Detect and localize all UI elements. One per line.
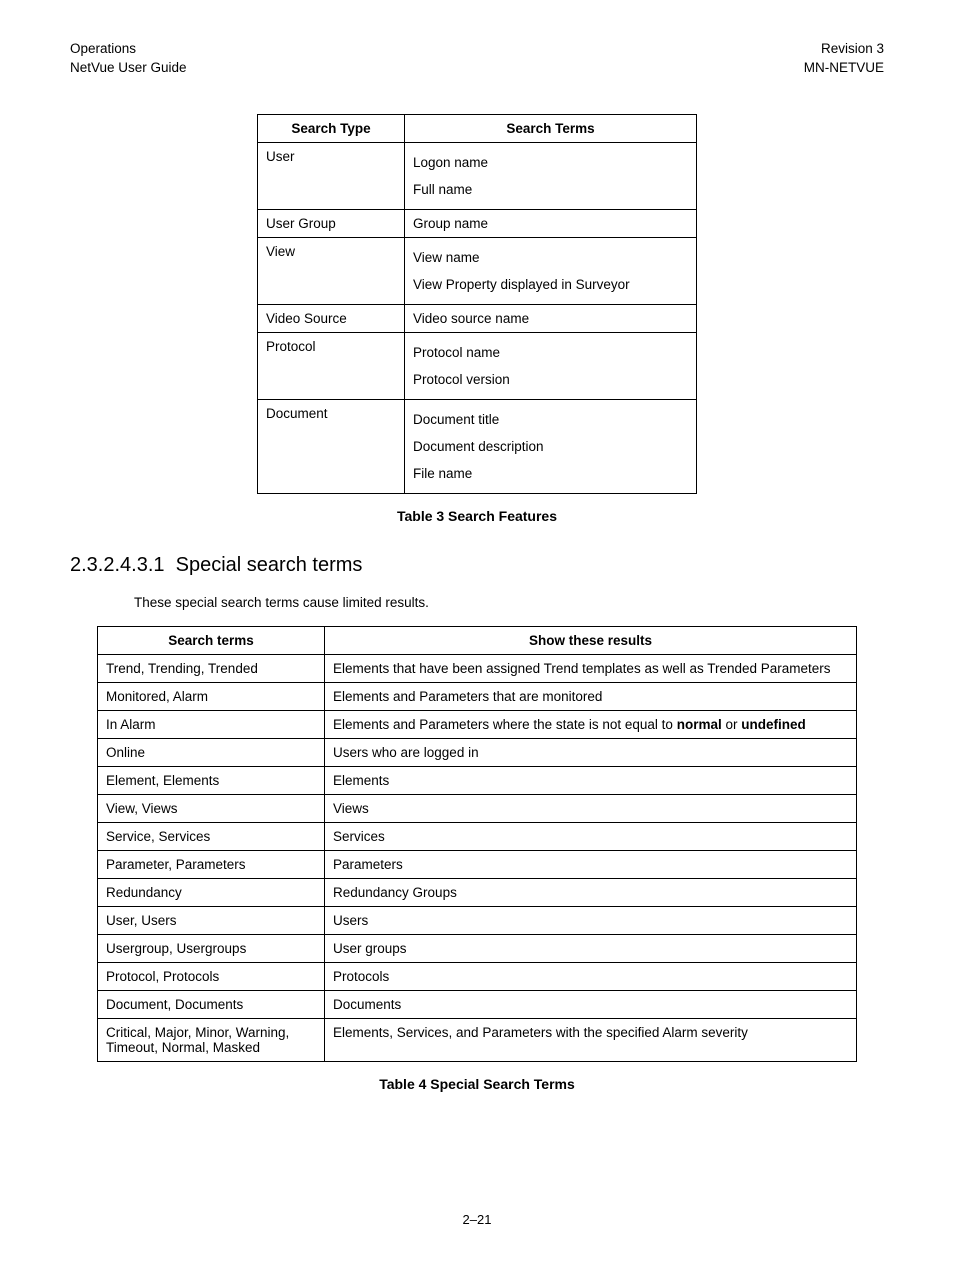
table-row: Document, DocumentsDocuments <box>98 990 857 1018</box>
results-cell: Redundancy Groups <box>325 878 857 906</box>
search-terms-cell: Usergroup, Usergroups <box>98 934 325 962</box>
search-type-cell: User <box>258 142 405 209</box>
search-type-cell: Protocol <box>258 332 405 399</box>
search-terms-cell: Element, Elements <box>98 766 325 794</box>
table-row: RedundancyRedundancy Groups <box>98 878 857 906</box>
table-row: View, ViewsViews <box>98 794 857 822</box>
search-type-cell: Video Source <box>258 304 405 332</box>
header-right: Revision 3 MN-NETVUE <box>804 40 884 78</box>
section-intro: These special search terms cause limited… <box>134 595 884 610</box>
table-header-cell: Search terms <box>98 626 325 654</box>
table-row: ProtocolProtocol nameProtocol version <box>258 332 697 399</box>
table-row: Protocol, ProtocolsProtocols <box>98 962 857 990</box>
results-cell: Elements <box>325 766 857 794</box>
table-row: Video SourceVideo source name <box>258 304 697 332</box>
search-type-cell: View <box>258 237 405 304</box>
table3-caption: Table 3 Search Features <box>70 508 884 524</box>
results-cell: Elements that have been assigned Trend t… <box>325 654 857 682</box>
table-header-row: Search terms Show these results <box>98 626 857 654</box>
table-row: Parameter, ParametersParameters <box>98 850 857 878</box>
results-cell: Elements and Parameters where the state … <box>325 710 857 738</box>
search-terms-cell: In Alarm <box>98 710 325 738</box>
page-number: 2–21 <box>70 1212 884 1227</box>
search-terms-cell: Trend, Trending, Trended <box>98 654 325 682</box>
header-left: Operations NetVue User Guide <box>70 40 187 78</box>
table-row: Monitored, AlarmElements and Parameters … <box>98 682 857 710</box>
search-terms-cell: Redundancy <box>98 878 325 906</box>
results-cell: Elements, Services, and Parameters with … <box>325 1018 857 1061</box>
header-right-line2: MN-NETVUE <box>804 59 884 78</box>
search-terms-cell: View nameView Property displayed in Surv… <box>405 237 697 304</box>
search-terms-cell: Protocol nameProtocol version <box>405 332 697 399</box>
search-terms-cell: Protocol, Protocols <box>98 962 325 990</box>
header-left-line2: NetVue User Guide <box>70 59 187 78</box>
header-left-line1: Operations <box>70 40 187 59</box>
table-row: User, UsersUsers <box>98 906 857 934</box>
results-cell: Services <box>325 822 857 850</box>
results-cell: Documents <box>325 990 857 1018</box>
table-header-cell: Show these results <box>325 626 857 654</box>
table-row: User GroupGroup name <box>258 209 697 237</box>
search-type-cell: User Group <box>258 209 405 237</box>
results-cell: Elements and Parameters that are monitor… <box>325 682 857 710</box>
table-row: Element, ElementsElements <box>98 766 857 794</box>
section-heading: 2.3.2.4.3.1 Special search terms <box>70 554 884 577</box>
header-right-line1: Revision 3 <box>804 40 884 59</box>
search-features-table: Search Type Search Terms UserLogon nameF… <box>257 114 697 494</box>
table-row: Service, ServicesServices <box>98 822 857 850</box>
search-terms-cell: Online <box>98 738 325 766</box>
search-terms-cell: Parameter, Parameters <box>98 850 325 878</box>
search-terms-cell: View, Views <box>98 794 325 822</box>
search-terms-cell: Logon nameFull name <box>405 142 697 209</box>
search-type-cell: Document <box>258 399 405 493</box>
table-row: Trend, Trending, TrendedElements that ha… <box>98 654 857 682</box>
search-terms-cell: Document titleDocument descriptionFile n… <box>405 399 697 493</box>
results-cell: Users who are logged in <box>325 738 857 766</box>
results-cell: User groups <box>325 934 857 962</box>
table-header-cell: Search Terms <box>405 114 697 142</box>
results-cell: Users <box>325 906 857 934</box>
search-terms-cell: Service, Services <box>98 822 325 850</box>
table-row: Usergroup, UsergroupsUser groups <box>98 934 857 962</box>
search-terms-cell: User, Users <box>98 906 325 934</box>
table-header-row: Search Type Search Terms <box>258 114 697 142</box>
table-row: DocumentDocument titleDocument descripti… <box>258 399 697 493</box>
search-terms-cell: Monitored, Alarm <box>98 682 325 710</box>
search-terms-cell: Critical, Major, Minor, Warning, Timeout… <box>98 1018 325 1061</box>
search-terms-cell: Video source name <box>405 304 697 332</box>
table-row: Critical, Major, Minor, Warning, Timeout… <box>98 1018 857 1061</box>
results-cell: Views <box>325 794 857 822</box>
table4-caption: Table 4 Special Search Terms <box>70 1076 884 1092</box>
section-title: Special search terms <box>176 554 363 576</box>
search-terms-cell: Document, Documents <box>98 990 325 1018</box>
table-header-cell: Search Type <box>258 114 405 142</box>
section-number: 2.3.2.4.3.1 <box>70 554 165 576</box>
special-search-terms-table: Search terms Show these results Trend, T… <box>97 626 857 1062</box>
results-cell: Protocols <box>325 962 857 990</box>
page-header: Operations NetVue User Guide Revision 3 … <box>70 40 884 78</box>
table-row: In AlarmElements and Parameters where th… <box>98 710 857 738</box>
table-row: OnlineUsers who are logged in <box>98 738 857 766</box>
table-row: UserLogon nameFull name <box>258 142 697 209</box>
table-row: ViewView nameView Property displayed in … <box>258 237 697 304</box>
results-cell: Parameters <box>325 850 857 878</box>
search-terms-cell: Group name <box>405 209 697 237</box>
